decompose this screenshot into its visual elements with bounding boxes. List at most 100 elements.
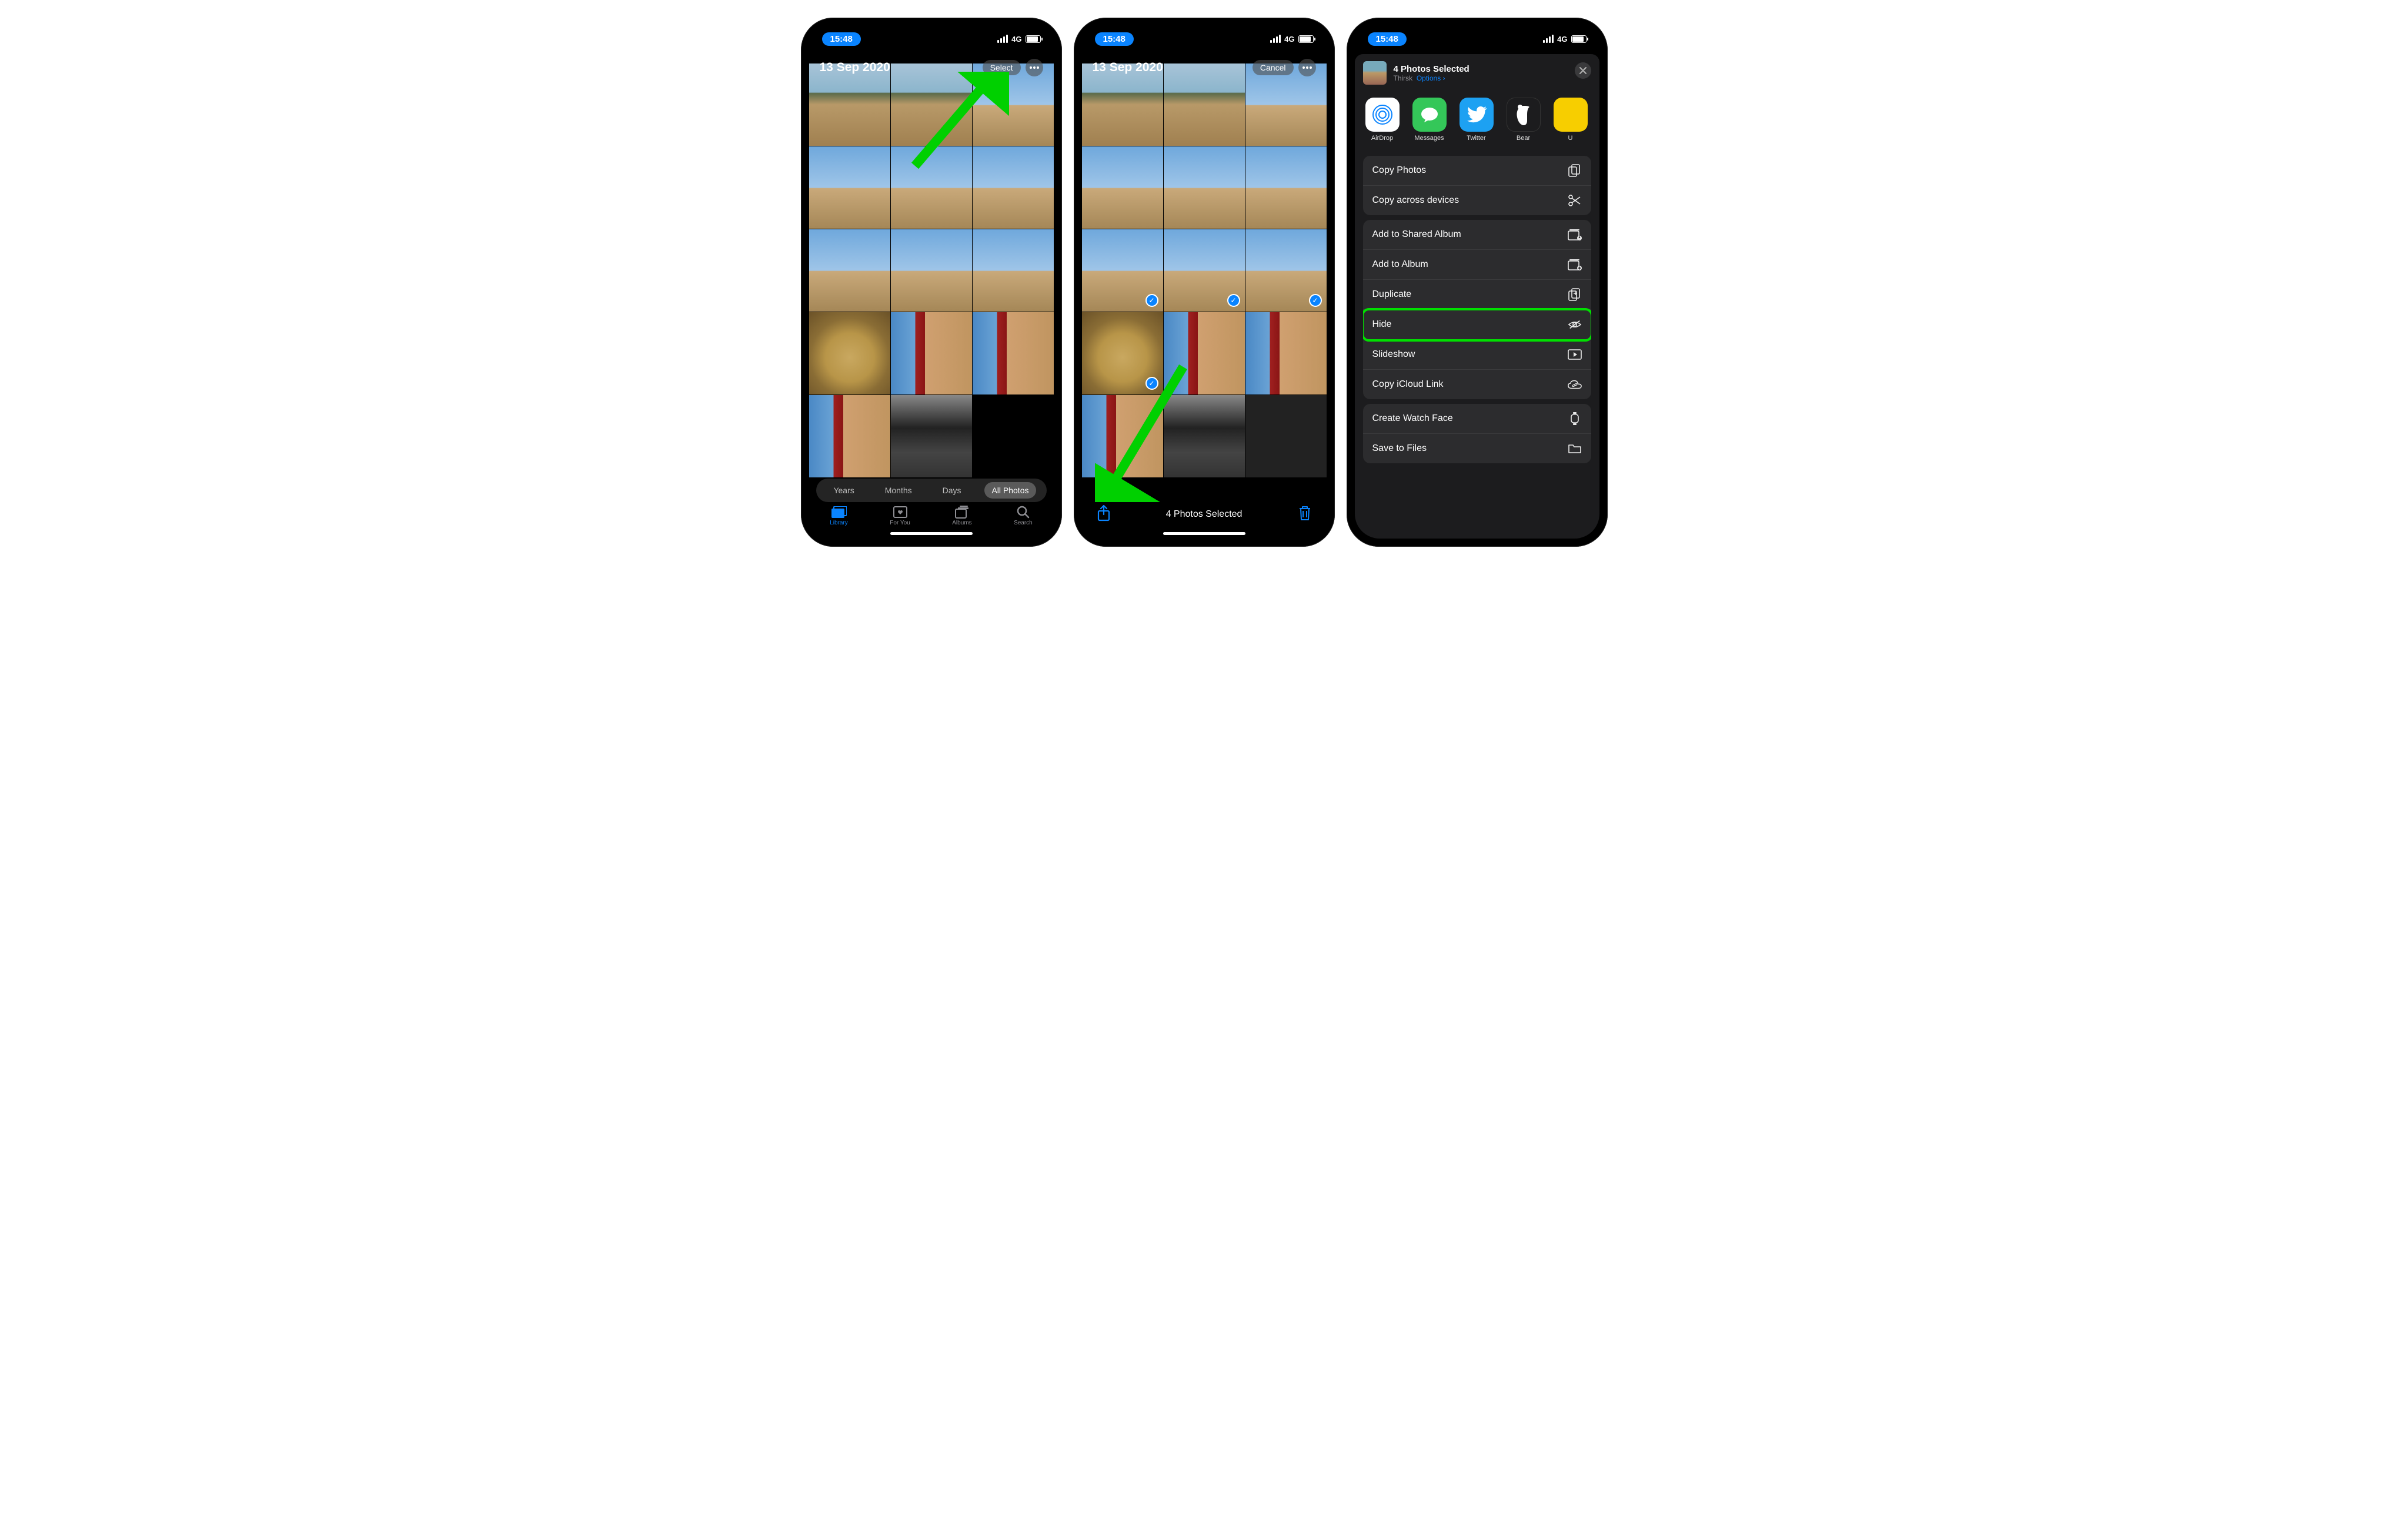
photo-thumb[interactable]	[1082, 146, 1163, 229]
share-title: 4 Photos Selected	[1394, 64, 1469, 74]
ellipsis-icon	[1030, 66, 1039, 69]
action-slideshow[interactable]: Slideshow	[1363, 340, 1591, 370]
photo-thumb[interactable]	[1082, 395, 1163, 477]
photo-thumb[interactable]	[809, 395, 890, 477]
status-carrier: 4G	[1284, 35, 1294, 44]
copy-icon	[1568, 164, 1582, 177]
bear-icon	[1507, 98, 1541, 132]
photo-thumb[interactable]	[809, 229, 890, 312]
select-button[interactable]: Select	[983, 60, 1021, 75]
library-timescale-tabs: Years Months Days All Photos	[816, 479, 1047, 502]
share-app-bear[interactable]: Bear	[1505, 98, 1542, 142]
ellipsis-icon	[1302, 66, 1312, 69]
library-date: 13 Sep 2020	[820, 61, 890, 75]
photo-thumb[interactable]	[973, 312, 1054, 394]
share-app-twitter[interactable]: Twitter	[1458, 98, 1495, 142]
checkmark-icon: ✓	[1145, 294, 1158, 307]
share-app-partial[interactable]: U	[1552, 98, 1589, 142]
share-icon	[1097, 505, 1110, 521]
photo-grid[interactable]	[809, 63, 1054, 470]
photo-thumb[interactable]	[973, 146, 1054, 229]
delete-button[interactable]	[1298, 506, 1311, 524]
share-options-link[interactable]: Options ›	[1417, 74, 1445, 82]
photo-thumb[interactable]	[809, 146, 890, 229]
phone-frame-2: 15:48 4G 13 Sep 2020 Cancel ✓	[1074, 18, 1335, 547]
action-copy-photos[interactable]: Copy Photos	[1363, 156, 1591, 186]
tab-all-photos[interactable]: All Photos	[984, 482, 1036, 499]
scissors-icon	[1568, 194, 1582, 207]
photo-thumb[interactable]	[1245, 146, 1327, 229]
share-thumbnail	[1363, 61, 1387, 85]
action-create-watch-face[interactable]: Create Watch Face	[1363, 404, 1591, 434]
photo-thumb[interactable]	[891, 229, 972, 312]
home-indicator[interactable]	[890, 532, 973, 535]
tab-search[interactable]: Search	[1014, 506, 1033, 526]
messages-icon	[1412, 98, 1447, 132]
photo-thumb[interactable]	[809, 312, 890, 394]
action-hide[interactable]: Hide	[1363, 310, 1591, 340]
tab-library[interactable]: Library	[830, 506, 848, 526]
share-app-messages[interactable]: Messages	[1411, 98, 1448, 142]
battery-icon	[1298, 35, 1314, 43]
photo-thumb[interactable]	[1164, 395, 1245, 477]
status-time: 15:48	[1095, 32, 1134, 46]
tab-years[interactable]: Years	[826, 482, 861, 499]
photo-thumb-selected[interactable]: ✓	[1164, 229, 1245, 312]
share-subtitle: Thirsk Options ›	[1394, 74, 1469, 82]
share-sheet: 4 Photos Selected Thirsk Options › AirDr…	[1355, 54, 1599, 539]
photo-thumb-stack[interactable]	[1245, 395, 1327, 477]
twitter-icon	[1460, 98, 1494, 132]
action-add-shared-album[interactable]: Add to Shared Album	[1363, 220, 1591, 250]
watch-icon	[1568, 412, 1582, 425]
photo-thumb-selected[interactable]: ✓	[1082, 312, 1163, 394]
signal-icon	[1543, 35, 1554, 43]
selection-count-label: 4 Photos Selected	[1166, 509, 1243, 520]
status-carrier: 4G	[1011, 35, 1021, 44]
battery-icon	[1571, 35, 1587, 43]
share-button[interactable]	[1097, 505, 1110, 524]
duplicate-icon	[1568, 288, 1582, 301]
photo-thumb-selected[interactable]: ✓	[1245, 229, 1327, 312]
icloud-link-icon	[1568, 378, 1582, 391]
more-button[interactable]	[1298, 59, 1316, 76]
tab-for-you[interactable]: For You	[890, 506, 910, 526]
hide-icon	[1568, 318, 1582, 331]
photo-thumb[interactable]	[1245, 312, 1327, 394]
signal-icon	[997, 35, 1008, 43]
status-time: 15:48	[1368, 32, 1407, 46]
home-indicator[interactable]	[1163, 532, 1245, 535]
heart-icon	[893, 506, 908, 519]
app-icon-partial	[1554, 98, 1588, 132]
battery-icon	[1026, 35, 1041, 43]
airdrop-icon	[1365, 98, 1400, 132]
more-button[interactable]	[1026, 59, 1043, 76]
library-date: 13 Sep 2020	[1093, 61, 1163, 75]
search-icon	[1016, 506, 1031, 519]
photo-thumb[interactable]	[891, 146, 972, 229]
close-button[interactable]	[1575, 62, 1591, 79]
phone-frame-3: 15:48 4G 4 Photos Selected Thirsk Option…	[1347, 18, 1608, 547]
tab-albums[interactable]: Albums	[952, 506, 971, 526]
share-apps-row[interactable]: AirDrop Messages Twitter Bear U	[1355, 92, 1599, 151]
action-copy-across-devices[interactable]: Copy across devices	[1363, 186, 1591, 215]
action-add-album[interactable]: Add to Album	[1363, 250, 1591, 280]
cancel-button[interactable]: Cancel	[1253, 60, 1294, 75]
share-app-airdrop[interactable]: AirDrop	[1364, 98, 1401, 142]
action-copy-icloud-link[interactable]: Copy iCloud Link	[1363, 370, 1591, 399]
photo-thumb[interactable]	[973, 229, 1054, 312]
action-save-to-files[interactable]: Save to Files	[1363, 434, 1591, 463]
photo-thumb[interactable]	[891, 312, 972, 394]
action-duplicate[interactable]: Duplicate	[1363, 280, 1591, 310]
photo-grid-selecting[interactable]: ✓ ✓ ✓ ✓	[1082, 63, 1327, 492]
tab-days[interactable]: Days	[936, 482, 968, 499]
status-time: 15:48	[822, 32, 861, 46]
photo-thumb[interactable]	[891, 395, 972, 477]
photo-thumb-selected[interactable]: ✓	[1082, 229, 1163, 312]
checkmark-icon: ✓	[1309, 294, 1322, 307]
photo-thumb[interactable]	[1164, 312, 1245, 394]
close-icon	[1579, 67, 1587, 74]
photo-thumb[interactable]	[1164, 146, 1245, 229]
library-icon	[831, 506, 847, 519]
tab-months[interactable]: Months	[878, 482, 919, 499]
checkmark-icon: ✓	[1145, 377, 1158, 390]
